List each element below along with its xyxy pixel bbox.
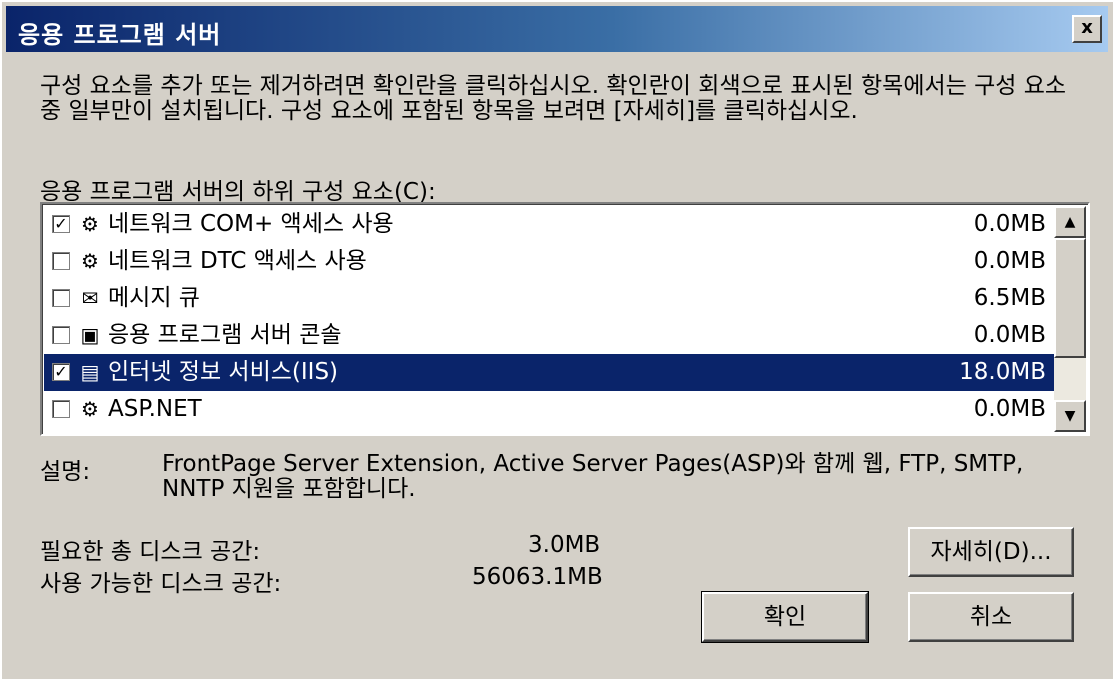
components-rows: ✓ ⚙ 네트워크 COM+ 액세스 사용 0.0MB ⚙ 네트워크 DTC 액세… — [44, 206, 1056, 428]
component-row[interactable]: ⚙ ASP.NET 0.0MB — [44, 391, 1056, 428]
scroll-down-icon[interactable]: ▼ — [1054, 400, 1086, 432]
component-label: 인터넷 정보 서비스(IIS) — [108, 359, 339, 385]
required-space-label: 필요한 총 디스크 공간: — [40, 539, 261, 565]
component-label: 네트워크 COM+ 액세스 사용 — [108, 211, 394, 237]
component-checkbox[interactable] — [52, 400, 70, 418]
component-checkbox[interactable] — [52, 326, 70, 344]
network-dtc-icon: ⚙ — [81, 249, 99, 273]
scroll-up-icon[interactable]: ▲ — [1054, 206, 1086, 238]
component-label: ASP.NET — [108, 396, 202, 422]
ok-button[interactable]: 확인 — [701, 591, 869, 643]
description-text: FrontPage Server Extension, Active Serve… — [162, 451, 1024, 502]
component-label: 응용 프로그램 서버 콘솔 — [108, 322, 342, 348]
component-row[interactable]: ▣ 응용 프로그램 서버 콘솔 0.0MB — [44, 317, 1056, 354]
component-label: 네트워크 DTC 액세스 사용 — [108, 248, 367, 274]
component-size: 0.0MB — [973, 248, 1046, 274]
app-server-console-icon: ▣ — [80, 323, 100, 347]
instruction-text: 구성 요소를 추가 또는 제거하려면 확인란을 클릭하십시오. 확인란이 회색으… — [40, 73, 1067, 124]
description-label: 설명: — [40, 459, 91, 485]
required-space-value: 3.0MB — [528, 532, 601, 558]
components-listbox[interactable]: ✓ ⚙ 네트워크 COM+ 액세스 사용 0.0MB ⚙ 네트워크 DTC 액세… — [40, 202, 1090, 436]
component-checkbox[interactable] — [52, 252, 70, 270]
component-size: 0.0MB — [973, 211, 1046, 237]
scroll-thumb[interactable] — [1054, 238, 1086, 358]
component-size: 0.0MB — [973, 396, 1046, 422]
component-size: 18.0MB — [959, 359, 1046, 385]
component-size: 6.5MB — [973, 285, 1046, 311]
title-bar: 응용 프로그램 서버 x — [6, 6, 1108, 52]
cancel-button[interactable]: 취소 — [908, 592, 1074, 642]
component-checkbox[interactable]: ✓ — [52, 215, 70, 233]
component-row[interactable]: ✉ 메시지 큐 6.5MB — [44, 280, 1056, 317]
close-button[interactable]: x — [1072, 15, 1102, 43]
window-title: 응용 프로그램 서버 — [18, 21, 222, 49]
available-space-value: 56063.1MB — [472, 564, 603, 590]
available-space-label: 사용 가능한 디스크 공간: — [40, 571, 282, 597]
iis-icon: ▤ — [80, 360, 100, 384]
component-checkbox[interactable] — [52, 289, 70, 307]
aspnet-icon: ⚙ — [81, 397, 99, 421]
component-row[interactable]: ✓ ⚙ 네트워크 COM+ 액세스 사용 0.0MB — [44, 206, 1056, 243]
component-checkbox[interactable]: ✓ — [52, 363, 70, 381]
component-row[interactable]: ⚙ 네트워크 DTC 액세스 사용 0.0MB — [44, 243, 1056, 280]
details-button[interactable]: 자세히(D)... — [908, 527, 1074, 577]
message-queue-icon: ✉ — [81, 286, 99, 310]
dialog-window: 응용 프로그램 서버 x 구성 요소를 추가 또는 제거하려면 확인란을 클릭하… — [0, 0, 1113, 679]
component-row[interactable]: ✓ ▤ 인터넷 정보 서비스(IIS) 18.0MB — [44, 354, 1056, 391]
component-size: 0.0MB — [973, 322, 1046, 348]
list-scrollbar[interactable]: ▲ ▼ — [1054, 206, 1086, 432]
network-com-icon: ⚙ — [81, 212, 99, 236]
component-label: 메시지 큐 — [108, 285, 200, 311]
components-list-label: 응용 프로그램 서버의 하위 구성 요소(C): — [40, 179, 436, 205]
